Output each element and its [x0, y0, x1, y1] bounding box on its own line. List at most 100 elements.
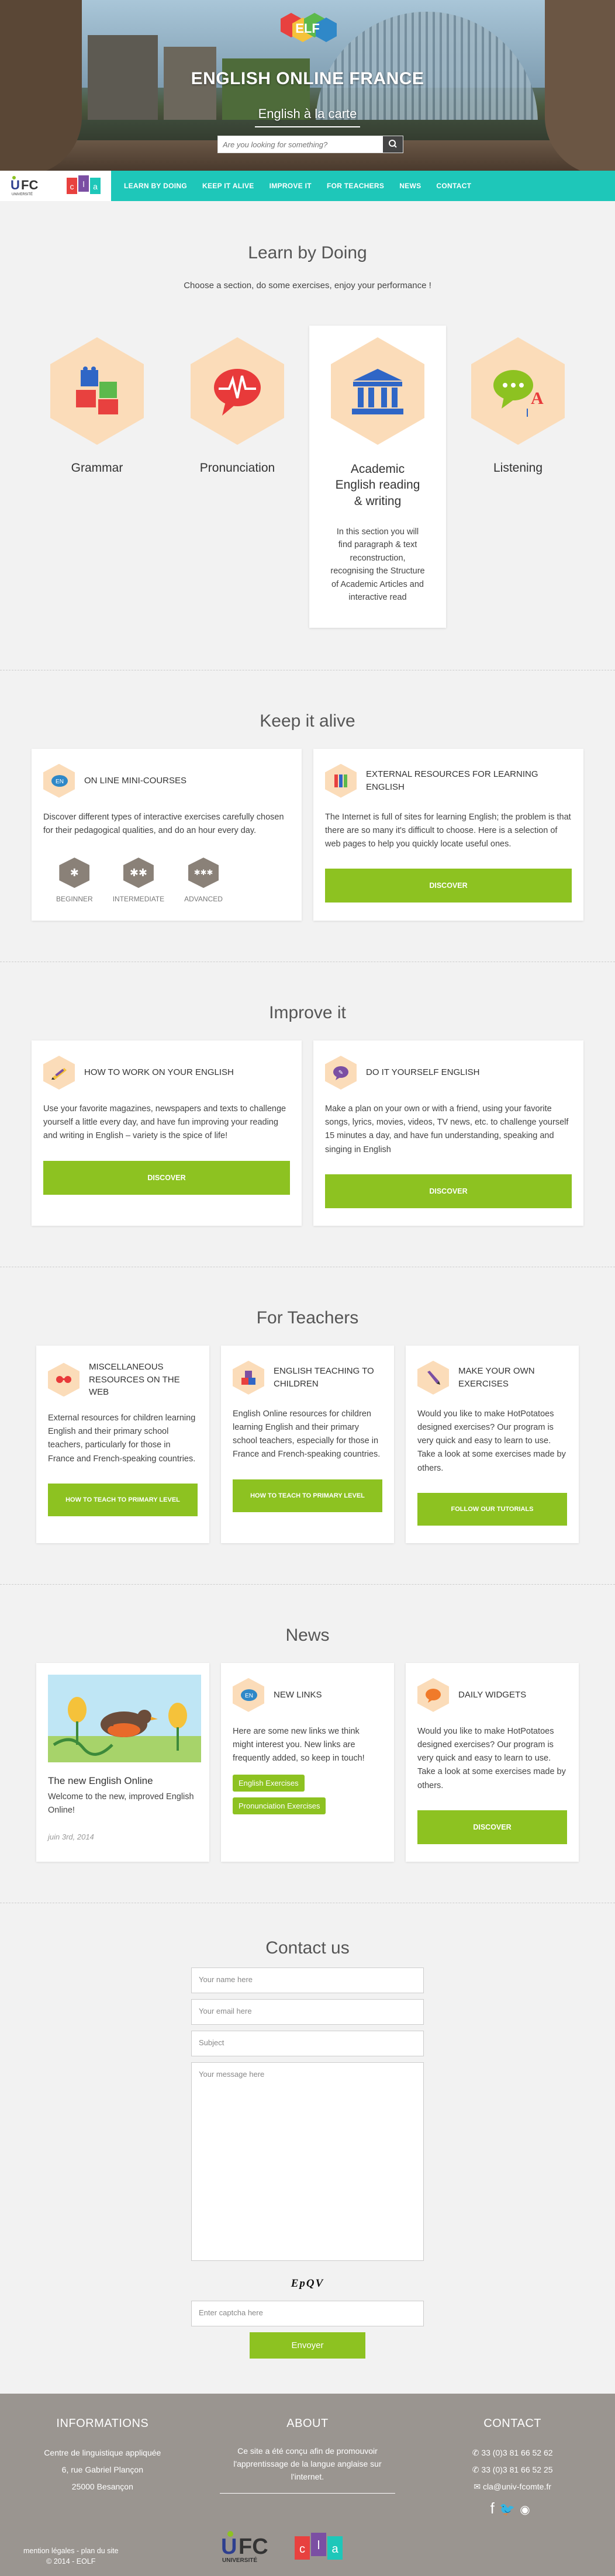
section-title: Improve it — [269, 1003, 346, 1023]
nav-item-news[interactable]: NEWS — [399, 182, 421, 190]
discover-button[interactable]: DISCOVER — [325, 1174, 572, 1208]
address-line: Centre de linguistique appliquée — [44, 2447, 161, 2457]
footer-informations: INFORMATIONS Centre de linguistique appl… — [15, 2417, 190, 2518]
subject-field[interactable]: Subject — [191, 2030, 424, 2056]
card-text: English Online resources for children le… — [233, 1409, 381, 1460]
speech-bubble-icon — [191, 337, 284, 445]
svg-text:FC: FC — [239, 2534, 268, 2559]
facebook-icon[interactable]: f — [490, 2499, 499, 2517]
external-card: EXTERNAL RESOURCES FOR LEARNING ENGLISH … — [313, 748, 583, 921]
daily-widgets-card: DAILY WIDGETS Would you like to make Hot… — [406, 1662, 579, 1862]
name-field[interactable]: Your name here — [191, 1967, 424, 1993]
news-cards: The new English Online Welcome to the ne… — [0, 1662, 615, 1862]
search-button[interactable] — [383, 136, 403, 153]
primary-level-button[interactable]: HOW TO TEACH TO PRIMARY LEVEL — [48, 1483, 198, 1516]
nav-item-contact[interactable]: CONTACT — [436, 182, 471, 190]
svg-text:l: l — [82, 179, 84, 189]
tag-english-exercises[interactable]: English Exercises — [233, 1775, 305, 1792]
level-label: INTERMEDIATE — [112, 895, 165, 904]
fax-line: ✆ 33 (0)3 81 66 52 25 — [425, 2461, 600, 2478]
hero-banner: ELF ENGLISH ONLINE FRANCE English à la c… — [0, 0, 615, 171]
section-title: News — [285, 1625, 330, 1645]
card-text: Make a plan on your own or with a friend… — [325, 1104, 569, 1154]
section-title: Learn by Doing — [248, 243, 367, 262]
captcha-image: EpQV — [291, 2277, 324, 2290]
site-subtitle: English à la carte — [258, 106, 357, 121]
email-line[interactable]: ✉ cla@univ-fcomte.fr — [425, 2478, 600, 2495]
primary-level-button[interactable]: HOW TO TEACH TO PRIMARY LEVEL — [233, 1479, 382, 1512]
discover-button[interactable]: DISCOVER — [417, 1810, 567, 1844]
svg-text:c: c — [70, 182, 74, 191]
level-advanced[interactable]: ✱✱✱ ADVANCED — [184, 857, 223, 903]
improve-cards: HOW TO WORK ON YOUR ENGLISH Use your fav… — [0, 1040, 615, 1226]
nav-item-for-teachers[interactable]: FOR TEACHERS — [327, 182, 384, 190]
card-title: EXTERNAL RESOURCES FOR LEARNING ENGLISH — [366, 769, 538, 792]
glasses-icon — [48, 1363, 80, 1397]
category-academic[interactable]: Academic English reading & writing In th… — [309, 326, 446, 628]
news-post-text: Welcome to the new, improved English Onl… — [48, 1792, 194, 1815]
discover-button[interactable]: DISCOVER — [325, 869, 572, 903]
phone-line: ✆ 33 (0)3 81 66 52 62 — [425, 2444, 600, 2461]
message-field[interactable]: Your message here — [191, 2062, 424, 2261]
category-pronunciation[interactable]: Pronunciation — [169, 326, 306, 628]
phone-number: 33 (0)3 81 66 52 62 — [481, 2447, 553, 2457]
teachers-section: For Teachers MISCELLANEOUS RESOURCES ON … — [0, 1267, 615, 1585]
make-exercises-card: MAKE YOUR OWN EXERCISES Would you like t… — [406, 1345, 579, 1543]
nav-item-improve-it[interactable]: IMPROVE IT — [270, 182, 312, 190]
level-intermediate[interactable]: ✱✱ INTERMEDIATE — [113, 857, 164, 903]
search-icon — [389, 140, 397, 148]
chat-icon: ✎ — [325, 1056, 357, 1090]
nav-item-keep-it-alive[interactable]: KEEP IT ALIVE — [202, 182, 254, 190]
ufc-logo[interactable]: U FC UNIVERSITÉ — [8, 174, 55, 198]
address-line: 6, rue Gabriel Plançon — [61, 2465, 143, 2475]
level-list: ✱ BEGINNER ✱✱ INTERMEDIATE ✱✱✱ ADVANCED — [56, 857, 290, 903]
learn-categories: Grammar Pronunciation Academic English r… — [0, 326, 615, 628]
svg-text:U: U — [11, 178, 20, 192]
svg-text:A: A — [531, 389, 544, 408]
keep-section: Keep it alive EN ON LINE MINI-COURSES Di… — [0, 670, 615, 963]
tag-pronunciation-exercises[interactable]: Pronunciation Exercises — [233, 1797, 326, 1815]
svg-text:FC: FC — [21, 178, 38, 192]
category-label: Grammar — [71, 461, 123, 475]
svg-text:U: U — [221, 2534, 237, 2559]
brush-icon — [417, 1360, 449, 1395]
legal-links[interactable]: mention légales - plan du site — [23, 2547, 119, 2555]
level-beginner[interactable]: ✱ BEGINNER — [56, 857, 93, 903]
abc-blocks-icon — [233, 1360, 264, 1395]
rss-icon[interactable]: ◉ — [520, 2504, 534, 2516]
send-button[interactable]: Envoyer — [250, 2332, 365, 2359]
cla-logo[interactable]: c l a — [65, 174, 103, 198]
email-address[interactable]: cla@univ-fcomte.fr — [483, 2482, 551, 2491]
svg-text:a: a — [93, 182, 98, 191]
card-text: External resources for children learning… — [48, 1413, 196, 1464]
card-title: DO IT YOURSELF ENGLISH — [366, 1067, 480, 1078]
category-listening[interactable]: A Listening — [450, 326, 586, 628]
tutorials-button[interactable]: FOLLOW OUR TUTORIALS — [417, 1492, 567, 1526]
eolf-logo[interactable]: ELF — [268, 9, 347, 56]
nav-menu: LEARN BY DOING KEEP IT ALIVE IMPROVE IT … — [124, 182, 486, 190]
footer-contact: CONTACT ✆ 33 (0)3 81 66 52 62 ✆ 33 (0)3 … — [425, 2417, 600, 2518]
news-post-title[interactable]: The new English Online — [48, 1775, 198, 1787]
footer-about: ABOUT Ce site a été conçu afin de promou… — [219, 2417, 395, 2518]
fax-number: 33 (0)3 81 66 52 25 — [481, 2465, 553, 2475]
captcha-field[interactable]: Enter captcha here — [191, 2300, 424, 2326]
work-card: HOW TO WORK ON YOUR ENGLISH Use your fav… — [32, 1040, 302, 1226]
nav-item-learn-by-doing[interactable]: LEARN BY DOING — [124, 182, 187, 190]
twitter-icon[interactable]: 🐦 — [499, 2502, 520, 2516]
category-grammar[interactable]: Grammar — [29, 326, 165, 628]
ufc-footer-logo[interactable]: U FC UNIVERSITÉ — [217, 2528, 282, 2565]
nav-brand[interactable]: U FC UNIVERSITÉ c l a — [0, 171, 111, 201]
cla-footer-logo[interactable]: c l a — [293, 2532, 346, 2562]
category-label: Academic English reading & writing — [335, 462, 420, 508]
grammar-icon — [50, 337, 144, 445]
card-title: MISCELLANEOUS RESOURCES ON THE WEB — [89, 1361, 180, 1398]
news-post-card[interactable]: The new English Online Welcome to the ne… — [36, 1662, 209, 1862]
card-text: The Internet is full of sites for learni… — [325, 812, 571, 849]
news-image — [48, 1674, 201, 1762]
svg-text:c: c — [299, 2543, 305, 2556]
discover-button[interactable]: DISCOVER — [43, 1160, 290, 1195]
email-field[interactable]: Your email here — [191, 1998, 424, 2025]
category-label: Pronunciation — [199, 461, 275, 475]
search-input[interactable] — [218, 136, 382, 153]
section-title: For Teachers — [256, 1308, 359, 1327]
